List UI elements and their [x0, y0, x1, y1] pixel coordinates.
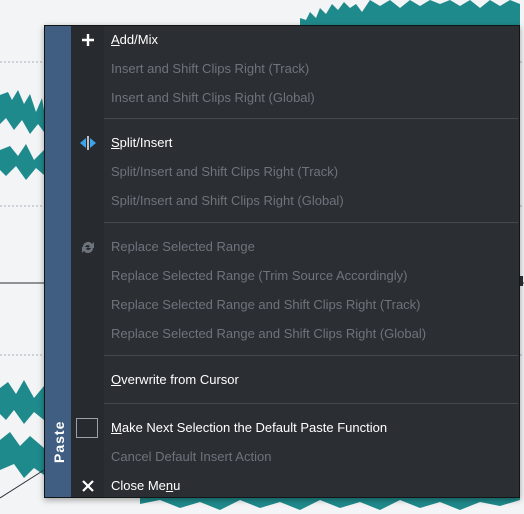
- plus-icon: [71, 27, 104, 52]
- menu-item-split-insert[interactable]: Split/Insert: [104, 130, 518, 155]
- menu-item-replace-shift-track[interactable]: Replace Selected Range and Shift Clips R…: [104, 292, 518, 317]
- checkbox-icon[interactable]: [71, 415, 104, 440]
- split-insert-icon: [71, 130, 104, 155]
- menu-item-overwrite-from-cursor[interactable]: Overwrite from Cursor: [104, 367, 518, 392]
- menu-item-make-default-paste[interactable]: Make Next Selection the Default Paste Fu…: [104, 415, 518, 440]
- menu-separator: [104, 355, 518, 356]
- menu-item-close-menu[interactable]: Close Menu: [104, 473, 518, 498]
- menu-item-replace-selected-range[interactable]: Replace Selected Range: [104, 234, 518, 259]
- paste-context-menu: Paste Add/Mix Insert and Shift Clips Rig…: [44, 25, 520, 498]
- close-icon: [71, 473, 104, 498]
- menu-item-split-insert-shift-track[interactable]: Split/Insert and Shift Clips Right (Trac…: [104, 159, 518, 184]
- menu-item-split-insert-shift-global[interactable]: Split/Insert and Shift Clips Right (Glob…: [104, 188, 518, 213]
- menu-item-insert-shift-global[interactable]: Insert and Shift Clips Right (Global): [104, 85, 518, 110]
- replace-icon: [71, 234, 104, 259]
- menu-side-label: Paste: [51, 420, 67, 464]
- menu-separator: [104, 118, 518, 119]
- menu-item-insert-shift-track[interactable]: Insert and Shift Clips Right (Track): [104, 56, 518, 81]
- menu-side-bar: Paste: [45, 26, 71, 497]
- menu-item-replace-shift-global[interactable]: Replace Selected Range and Shift Clips R…: [104, 321, 518, 346]
- menu-item-replace-trim-source[interactable]: Replace Selected Range (Trim Source Acco…: [104, 263, 518, 288]
- menu-separator: [104, 403, 518, 404]
- menu-separator: [104, 222, 518, 223]
- menu-item-cancel-default-insert[interactable]: Cancel Default Insert Action: [104, 444, 518, 469]
- menu-item-add-mix[interactable]: Add/Mix: [104, 27, 518, 52]
